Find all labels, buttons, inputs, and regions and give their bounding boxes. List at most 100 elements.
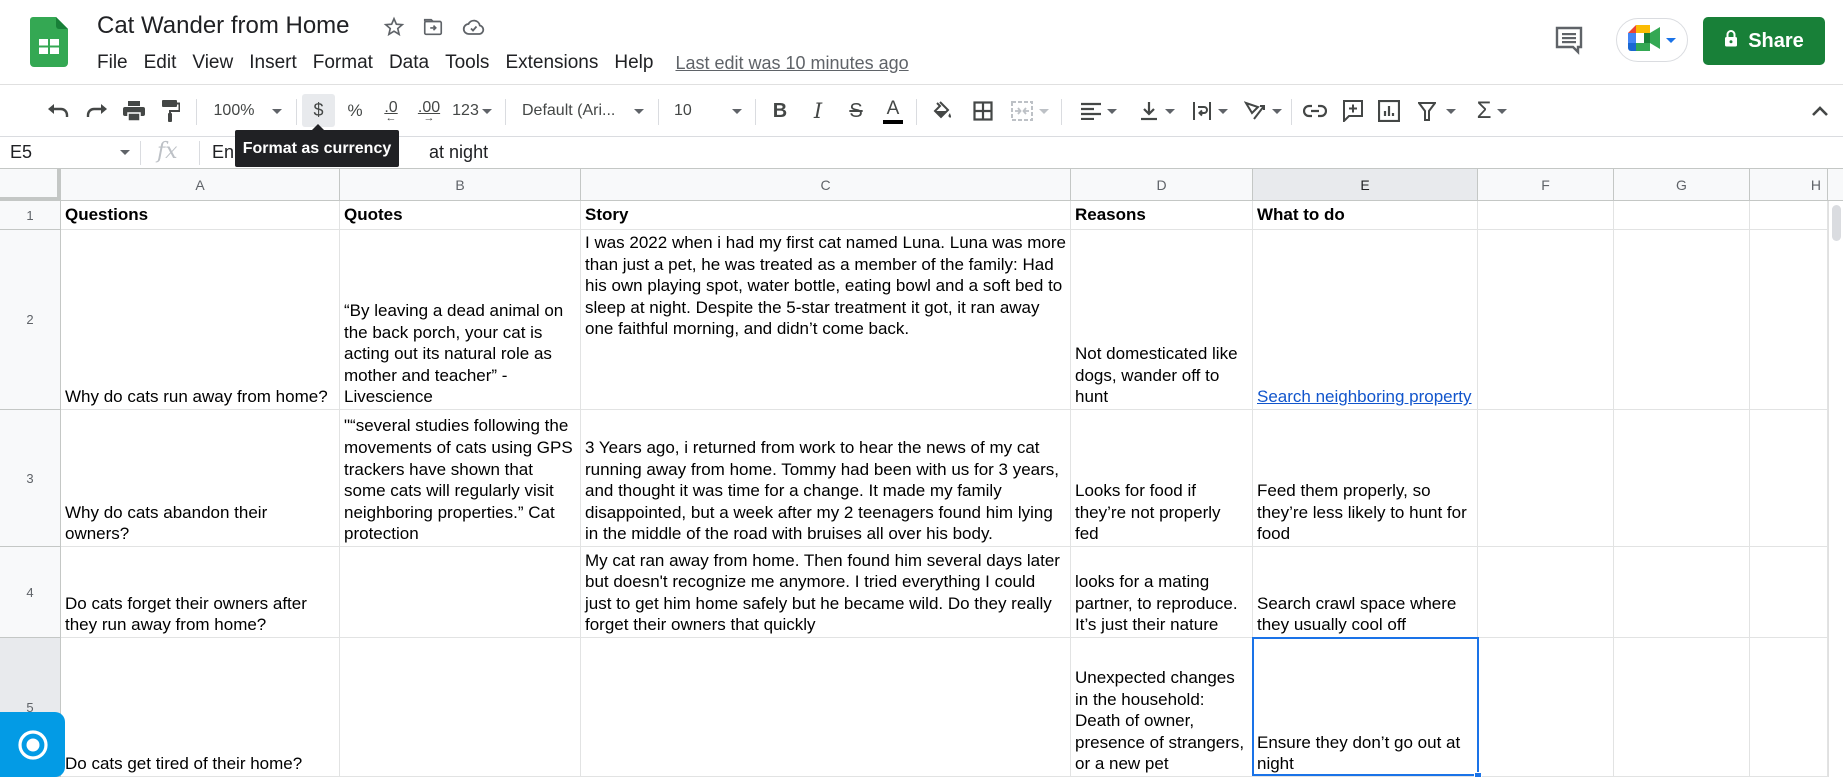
text-wrapping-button[interactable]: [1188, 96, 1232, 126]
text-color-button[interactable]: A: [878, 96, 908, 126]
scrollbar-thumb[interactable]: [1832, 205, 1841, 241]
more-formats-button[interactable]: 123: [450, 96, 494, 126]
cell-a3[interactable]: Why do cats abandon their owners?: [61, 410, 340, 547]
cell-b4[interactable]: [340, 547, 581, 638]
cell-e2[interactable]: Search neighboring property: [1253, 230, 1478, 410]
cell-e4[interactable]: Search crawl space where they usually co…: [1253, 547, 1478, 638]
cell-f1[interactable]: [1478, 201, 1614, 230]
insert-link-icon[interactable]: [1300, 96, 1330, 126]
cell-g3[interactable]: [1614, 410, 1750, 547]
select-all-corner[interactable]: [0, 169, 61, 201]
menu-file[interactable]: File: [89, 50, 136, 76]
column-header-d[interactable]: D: [1071, 169, 1253, 201]
undo-icon[interactable]: [44, 96, 72, 126]
menu-view[interactable]: View: [184, 50, 241, 76]
cell-d2[interactable]: Not domesticated like dogs, wander off t…: [1071, 230, 1253, 410]
cell-e3[interactable]: Feed them properly, so they’re less like…: [1253, 410, 1478, 547]
menu-data[interactable]: Data: [381, 50, 437, 76]
fill-handle[interactable]: [1474, 772, 1482, 777]
bold-button[interactable]: B: [765, 96, 795, 126]
cell-g4[interactable]: [1614, 547, 1750, 638]
vertical-align-button[interactable]: [1135, 96, 1179, 126]
cell-h5[interactable]: [1750, 638, 1828, 777]
cell-h1[interactable]: [1750, 201, 1828, 230]
column-header-h[interactable]: H: [1750, 169, 1828, 201]
cell-f3[interactable]: [1478, 410, 1614, 547]
fill-color-icon[interactable]: [928, 96, 958, 126]
meet-button[interactable]: [1616, 18, 1688, 62]
zoom-select[interactable]: 100%: [208, 96, 288, 126]
cell-a4[interactable]: Do cats forget their owners after they r…: [61, 547, 340, 638]
record-button[interactable]: [0, 712, 65, 777]
spreadsheet-grid[interactable]: A B C D E F G H 1 2 3 4 5 Questions Quot…: [0, 169, 1843, 777]
cell-d5[interactable]: Unexpected changes in the household: Dea…: [1071, 638, 1253, 777]
italic-button[interactable]: I: [803, 96, 833, 126]
format-percent-button[interactable]: %: [340, 96, 370, 126]
redo-icon[interactable]: [83, 96, 111, 126]
cell-e1[interactable]: What to do: [1253, 201, 1478, 230]
cell-e5[interactable]: Ensure they don’t go out at night: [1253, 638, 1478, 777]
chevron-down-icon[interactable]: [120, 150, 130, 155]
filter-button[interactable]: [1412, 96, 1462, 126]
menu-format[interactable]: Format: [305, 50, 381, 76]
cell-f4[interactable]: [1478, 547, 1614, 638]
column-header-g[interactable]: G: [1614, 169, 1750, 201]
name-box[interactable]: E5: [10, 142, 32, 163]
format-currency-button[interactable]: $: [302, 94, 335, 127]
merge-cells-icon[interactable]: [1007, 96, 1053, 126]
cell-c4[interactable]: My cat ran away from home. Then found hi…: [581, 547, 1071, 638]
cell-g1[interactable]: [1614, 201, 1750, 230]
cell-d1[interactable]: Reasons: [1071, 201, 1253, 230]
decrease-decimal-button[interactable]: .0 ←: [376, 96, 406, 126]
cloud-saved-icon[interactable]: [461, 14, 487, 40]
cell-d3[interactable]: Looks for food if they’re not properly f…: [1071, 410, 1253, 547]
horizontal-align-button[interactable]: [1077, 96, 1121, 126]
borders-icon[interactable]: [968, 96, 998, 126]
cell-c5[interactable]: [581, 638, 1071, 777]
cell-c3[interactable]: 3 Years ago, i returned from work to hea…: [581, 410, 1071, 547]
functions-button[interactable]: Σ: [1471, 96, 1513, 126]
cell-a5[interactable]: Do cats get tired of their home?: [61, 638, 340, 777]
column-header-a[interactable]: A: [61, 169, 340, 201]
cell-b2[interactable]: “By leaving a dead animal on the back po…: [340, 230, 581, 410]
menu-insert[interactable]: Insert: [241, 50, 305, 76]
increase-decimal-button[interactable]: .00 →: [412, 96, 446, 126]
last-edit-link[interactable]: Last edit was 10 minutes ago: [675, 53, 908, 74]
column-header-b[interactable]: B: [340, 169, 581, 201]
menu-extensions[interactable]: Extensions: [497, 50, 606, 76]
cell-a1[interactable]: Questions: [61, 201, 340, 230]
row-header-1[interactable]: 1: [0, 201, 61, 230]
sheets-logo-icon[interactable]: [30, 17, 68, 67]
cell-h4[interactable]: [1750, 547, 1828, 638]
font-family-select[interactable]: Default (Ari...: [516, 96, 650, 126]
paint-format-icon[interactable]: [157, 96, 185, 126]
strikethrough-button[interactable]: S: [841, 96, 871, 126]
vertical-scrollbar[interactable]: [1828, 201, 1843, 777]
cell-g5[interactable]: [1614, 638, 1750, 777]
insert-chart-icon[interactable]: [1374, 96, 1404, 126]
row-header-4[interactable]: 4: [0, 547, 61, 638]
row-header-2[interactable]: 2: [0, 230, 61, 410]
star-icon[interactable]: [381, 14, 407, 40]
print-icon[interactable]: [120, 96, 148, 126]
cell-d4[interactable]: looks for a mating partner, to reproduce…: [1071, 547, 1253, 638]
comment-history-icon[interactable]: [1553, 24, 1585, 56]
cell-h2[interactable]: [1750, 230, 1828, 410]
menu-edit[interactable]: Edit: [136, 50, 185, 76]
cell-b5[interactable]: [340, 638, 581, 777]
cell-f5[interactable]: [1478, 638, 1614, 777]
cell-h3[interactable]: [1750, 410, 1828, 547]
column-header-c[interactable]: C: [581, 169, 1071, 201]
cell-b3[interactable]: "“several studies following the movement…: [340, 410, 581, 547]
search-neighboring-link[interactable]: Search neighboring property: [1257, 386, 1473, 408]
row-header-3[interactable]: 3: [0, 410, 61, 547]
share-button[interactable]: Share: [1703, 17, 1825, 65]
cell-f2[interactable]: [1478, 230, 1614, 410]
column-header-f[interactable]: F: [1478, 169, 1614, 201]
document-title[interactable]: Cat Wander from Home: [97, 12, 350, 40]
cell-b1[interactable]: Quotes: [340, 201, 581, 230]
cell-c1[interactable]: Story: [581, 201, 1071, 230]
menu-tools[interactable]: Tools: [437, 50, 497, 76]
column-header-e[interactable]: E: [1253, 169, 1478, 201]
insert-comment-icon[interactable]: [1338, 96, 1368, 126]
